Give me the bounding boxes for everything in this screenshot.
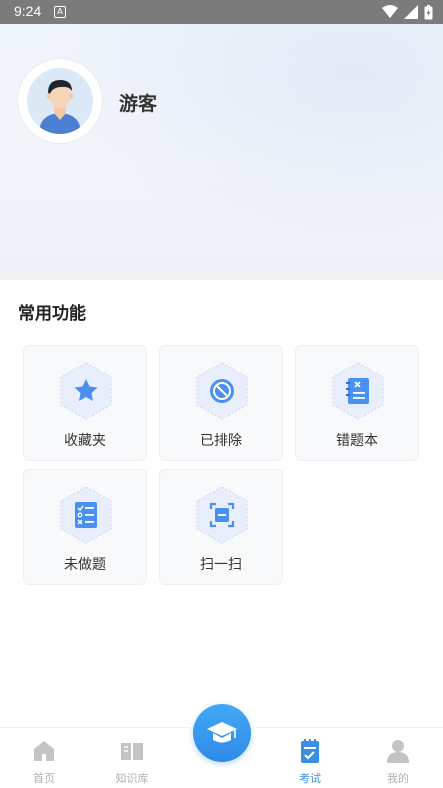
notebook-icon bbox=[332, 362, 384, 420]
graduation-cap-icon bbox=[207, 722, 237, 743]
avatar-image bbox=[27, 68, 93, 134]
tab-label: 首页 bbox=[33, 772, 55, 785]
center-fab-ring bbox=[188, 699, 256, 767]
feature-favorites[interactable]: 收藏夹 bbox=[23, 345, 147, 461]
status-bar: 9:24 A bbox=[0, 0, 443, 24]
feature-label: 错题本 bbox=[336, 433, 378, 449]
battery-icon bbox=[424, 4, 433, 19]
feature-excluded[interactable]: 已排除 bbox=[159, 345, 283, 461]
tab-label: 我的 bbox=[387, 772, 409, 785]
avatar[interactable] bbox=[18, 59, 102, 143]
scan-icon bbox=[196, 486, 248, 544]
feature-label: 扫一扫 bbox=[200, 557, 242, 573]
tab-knowledge[interactable]: 知识库 bbox=[88, 728, 176, 788]
star-icon bbox=[60, 362, 112, 420]
tab-label: 知识库 bbox=[115, 772, 149, 785]
wifi-icon bbox=[382, 5, 398, 18]
tab-home[interactable]: 首页 bbox=[0, 728, 88, 788]
tab-mine[interactable]: 我的 bbox=[354, 728, 442, 788]
section-title: 常用功能 bbox=[18, 304, 86, 324]
notification-a-icon: A bbox=[54, 6, 66, 18]
feature-scan[interactable]: 扫一扫 bbox=[159, 469, 283, 585]
feature-label: 收藏夹 bbox=[64, 433, 106, 449]
feature-wrong-questions[interactable]: 错题本 bbox=[295, 345, 419, 461]
status-icons bbox=[382, 4, 433, 20]
exam-clipboard-icon bbox=[301, 739, 319, 763]
ban-icon bbox=[196, 362, 248, 420]
feature-label: 已排除 bbox=[200, 433, 242, 449]
section-divider bbox=[0, 272, 443, 280]
signal-icon bbox=[404, 5, 418, 19]
user-icon bbox=[387, 740, 409, 763]
checklist-icon bbox=[60, 486, 112, 544]
tab-exam[interactable]: 考试 bbox=[266, 728, 354, 788]
feature-label: 未做题 bbox=[64, 557, 106, 573]
book-icon bbox=[121, 743, 143, 760]
feature-undone[interactable]: 未做题 bbox=[23, 469, 147, 585]
status-time: 9:24 bbox=[14, 3, 42, 19]
tab-label: 考试 bbox=[299, 772, 321, 785]
username[interactable]: 游客 bbox=[119, 89, 157, 116]
home-icon bbox=[34, 741, 54, 761]
user-avatar-icon bbox=[39, 80, 81, 134]
center-exam-button[interactable] bbox=[193, 704, 251, 762]
